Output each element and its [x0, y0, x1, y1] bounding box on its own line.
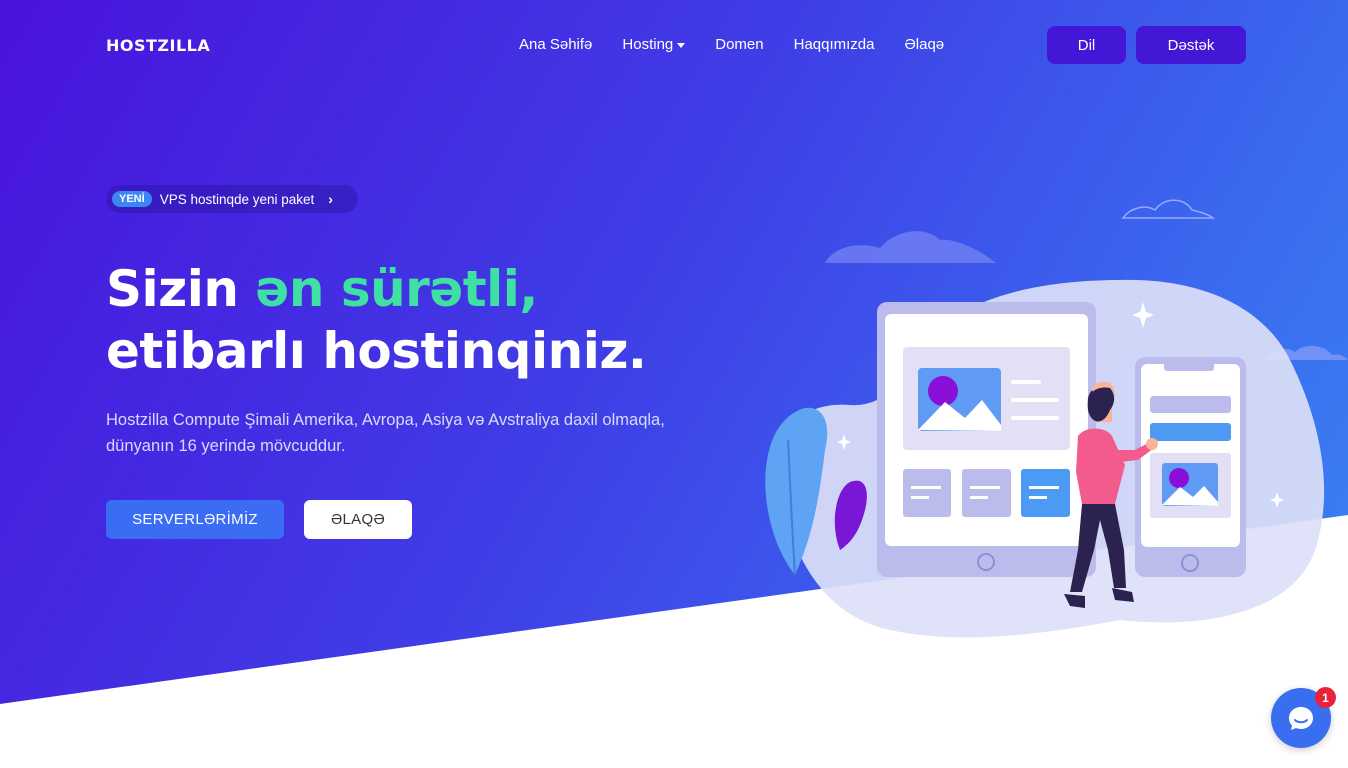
title-accent: ən sürətli,: [255, 260, 538, 318]
title-line2: etibarlı hostinqiniz.: [106, 322, 647, 380]
main-nav: Ana Səhifə Hosting Domen Haqqımızda Əlaq…: [519, 35, 974, 55]
nav-item-about[interactable]: Haqqımızda: [794, 35, 875, 55]
nav-item-hosting[interactable]: Hosting: [622, 35, 686, 55]
servers-button[interactable]: SERVERLƏRİMİZ: [106, 500, 284, 539]
cloud-outline-icon: [1121, 199, 1216, 219]
nav-item-domain[interactable]: Domen: [715, 35, 763, 55]
promo-badge[interactable]: YENİ VPS hostinqde yeni paket ›: [106, 185, 358, 213]
nav-item-contact[interactable]: Əlaqə: [904, 35, 944, 55]
hero-title: Sizin ən sürətli, etibarlı hostinqiniz.: [106, 258, 647, 382]
promo-text: VPS hostinqde yeni paket: [159, 191, 315, 207]
language-button[interactable]: Dil: [1047, 26, 1126, 64]
hero-description: Hostzilla Compute Şimali Amerika, Avropa…: [106, 411, 665, 455]
support-button[interactable]: Dəstək: [1136, 26, 1246, 64]
new-tag: YENİ: [112, 191, 152, 207]
chat-unread-badge: 1: [1315, 687, 1336, 708]
caret-down-icon: [677, 42, 686, 48]
nav-item-hosting-label: Hosting: [622, 36, 674, 53]
chevron-right-icon: ›: [328, 191, 333, 207]
contact-button[interactable]: ƏLAQƏ: [304, 500, 412, 539]
logo[interactable]: HOSTZILLA: [106, 36, 210, 55]
title-line1-start: Sizin: [106, 260, 256, 318]
hero-illustration: [765, 199, 1348, 638]
chat-bubble-icon: [1289, 707, 1313, 730]
nav-item-home[interactable]: Ana Səhifə: [519, 35, 592, 55]
cloud-icon: [825, 231, 996, 263]
